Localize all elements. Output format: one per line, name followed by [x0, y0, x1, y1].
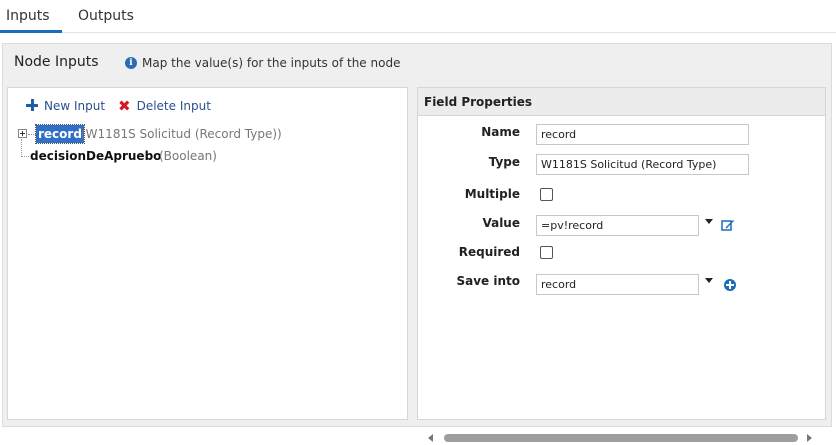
required-label: Required [458, 245, 520, 259]
node-inputs-panel: Node Inputs i Map the value(s) for the i… [2, 43, 832, 442]
tab-outputs[interactable]: Outputs [64, 0, 148, 33]
scroll-right-icon[interactable] [807, 434, 812, 442]
tree-item-name[interactable]: record [35, 124, 85, 144]
info-text: Map the value(s) for the inputs of the n… [142, 56, 401, 70]
tree-item-type: (Boolean) [159, 149, 217, 163]
horizontal-scrollbar[interactable] [424, 431, 816, 445]
tree-item-name[interactable]: decisionDeApruebo [30, 147, 161, 165]
tab-inputs[interactable]: Inputs [0, 0, 62, 33]
value-label: Value [482, 216, 520, 230]
tree-item-record[interactable]: record (W1181S Solicitud (Record Type)) [16, 124, 406, 144]
tab-bar: Inputs Outputs [0, 0, 836, 33]
save-into-field[interactable]: record [536, 274, 699, 295]
required-checkbox[interactable] [540, 246, 553, 259]
delete-input-label: Delete Input [136, 99, 211, 113]
panel-header: Node Inputs i Map the value(s) for the i… [3, 44, 831, 82]
tree-connector [28, 134, 36, 135]
multiple-checkbox[interactable] [540, 188, 553, 201]
delete-x-icon: ✖ [118, 97, 131, 115]
plus-icon [26, 99, 38, 111]
new-input-label: New Input [44, 99, 106, 113]
multiple-label: Multiple [464, 187, 520, 201]
edit-icon[interactable] [721, 218, 735, 232]
tree-item-decisiondeapruebo[interactable]: decisionDeApruebo (Boolean) [16, 147, 406, 165]
add-circle-icon[interactable] [724, 279, 736, 291]
type-field[interactable]: W1181S Solicitud (Record Type) [536, 154, 749, 175]
delete-input-button[interactable]: ✖ Delete Input [118, 97, 211, 115]
scrollbar-thumb[interactable] [444, 434, 798, 442]
scroll-left-icon[interactable] [428, 434, 433, 442]
type-label: Type [488, 155, 520, 169]
value-dropdown-icon[interactable] [705, 219, 713, 224]
info-icon: i [125, 57, 137, 69]
save-into-label: Save into [456, 274, 520, 288]
inputs-tree-pane: New Input ✖ Delete Input record (W1181S S… [7, 87, 408, 420]
new-input-button[interactable]: New Input [26, 99, 105, 113]
expand-icon[interactable] [18, 129, 27, 138]
value-field[interactable]: =pv!record [536, 215, 699, 236]
panel-title: Node Inputs [14, 54, 99, 70]
name-label: Name [481, 125, 520, 139]
field-properties-pane: Field Properties Name record Type W1181S… [417, 87, 826, 442]
save-into-dropdown-icon[interactable] [705, 278, 713, 283]
field-properties-title: Field Properties [418, 88, 825, 116]
tree-item-type: (W1181S Solicitud (Record Type)) [81, 127, 282, 141]
name-field[interactable]: record [536, 124, 749, 145]
